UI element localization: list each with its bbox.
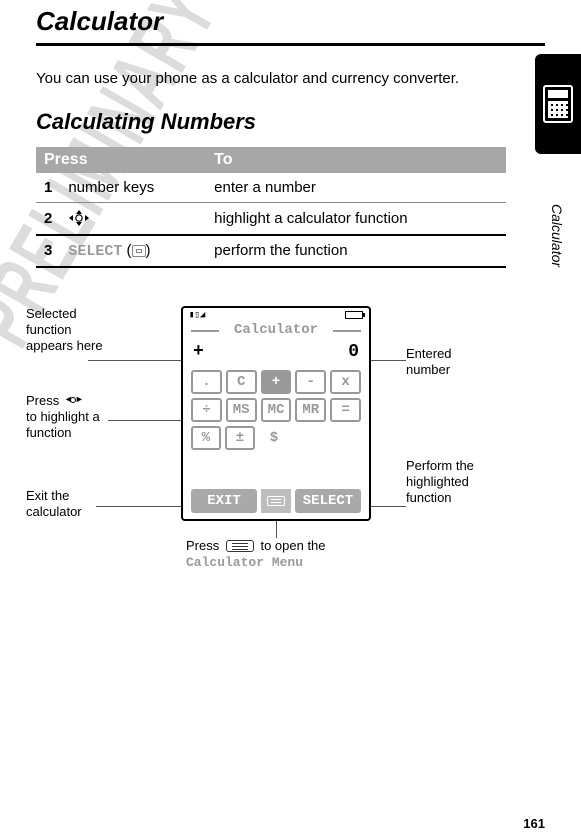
key-equals: = — [330, 398, 361, 422]
side-tab: Calculator — [523, 54, 581, 344]
selected-operator: + — [193, 342, 204, 362]
annot-press-suffix: to highlight a function — [26, 409, 100, 440]
step-num: 1 — [36, 173, 60, 203]
table-row: 3 SELECT () perform the function — [36, 235, 506, 267]
calculator-menu-label: Calculator Menu — [186, 555, 303, 570]
section-heading: Calculating Numbers — [36, 109, 545, 135]
steps-table: Press To 1 number keys enter a number 2 … — [36, 147, 506, 268]
annot-menu-pre: Press — [186, 538, 223, 553]
step-to: perform the function — [206, 235, 506, 267]
key-divide: ÷ — [191, 398, 222, 422]
table-row: 1 number keys enter a number — [36, 173, 506, 203]
key-mc: MC — [261, 398, 292, 422]
annotation-selected-function: Selected function appears here — [26, 306, 116, 355]
step-num: 2 — [36, 203, 60, 235]
side-tab-label: Calculator — [549, 204, 565, 267]
step-press — [60, 203, 206, 235]
key-ms: MS — [226, 398, 257, 422]
key-row: ÷ MS MC MR = — [191, 398, 361, 422]
callout-line — [366, 360, 406, 361]
annotation-entered-number: Entered number — [406, 346, 496, 379]
intro-paragraph: You can use your phone as a calculator a… — [36, 68, 466, 89]
display-row: + 0 — [183, 338, 369, 370]
callout-line — [108, 420, 188, 421]
key-row: . C + - x — [191, 370, 361, 394]
key-row: % ± $ — [191, 426, 361, 450]
callout-line — [276, 520, 277, 538]
callout-line — [88, 360, 188, 361]
annotation-exit: Exit the calculator — [26, 488, 126, 521]
softkey-select: SELECT — [295, 489, 361, 513]
annot-press-prefix: Press — [26, 393, 63, 408]
phone-screen: ▮▯◢ Calculator + 0 . C + - x — [181, 306, 371, 521]
softkey-menu — [261, 489, 291, 513]
menu-key-icon — [226, 540, 254, 552]
menu-icon — [267, 496, 285, 506]
paren-close: ) — [146, 242, 151, 259]
step-to: enter a number — [206, 173, 506, 203]
annotation-press-dpad: Press to highlight a function — [26, 393, 136, 442]
key-plus: + — [261, 370, 292, 394]
callout-line — [96, 506, 186, 507]
dpad-icon — [68, 209, 90, 228]
paren-open: ( — [122, 242, 131, 259]
step-to: highlight a calculator function — [206, 203, 506, 235]
step-num: 3 — [36, 235, 60, 267]
signal-icon: ▮▯◢ — [189, 310, 205, 320]
softkey-icon — [132, 245, 146, 257]
key-currency: $ — [259, 426, 289, 450]
step-press: SELECT () — [60, 235, 206, 267]
select-label: SELECT — [68, 243, 122, 260]
step-press: number keys — [60, 173, 206, 203]
key-grid: . C + - x ÷ MS MC MR = % — [183, 370, 369, 450]
softkey-exit: EXIT — [191, 489, 257, 513]
softkey-row: EXIT SELECT — [191, 489, 361, 513]
calculator-icon — [543, 85, 573, 123]
side-tab-icon-box — [535, 54, 581, 154]
key-clear: C — [226, 370, 257, 394]
key-mr: MR — [295, 398, 326, 422]
key-multiply: x — [330, 370, 361, 394]
calculator-diagram: Selected function appears here Press to … — [26, 298, 526, 618]
entered-number: 0 — [348, 342, 359, 362]
table-header-row: Press To — [36, 147, 506, 173]
dpad-icon — [65, 394, 83, 408]
screen-title: Calculator — [183, 322, 369, 338]
key-percent: % — [191, 426, 221, 450]
annotation-menu: Press to open the Calculator Menu — [186, 538, 406, 572]
page-title: Calculator — [36, 6, 545, 37]
title-rule — [36, 43, 545, 46]
battery-icon — [345, 311, 363, 319]
col-press: Press — [36, 147, 206, 173]
key-dot: . — [191, 370, 222, 394]
annotation-perform-function: Perform the highlighted function — [406, 458, 516, 507]
table-row: 2 highlight a calculator function — [36, 203, 506, 235]
page-number: 161 — [523, 816, 545, 831]
key-minus: - — [295, 370, 326, 394]
col-to: To — [206, 147, 506, 173]
key-plusminus: ± — [225, 426, 255, 450]
status-bar: ▮▯◢ — [183, 308, 369, 322]
annot-menu-mid: to open the — [257, 538, 326, 553]
